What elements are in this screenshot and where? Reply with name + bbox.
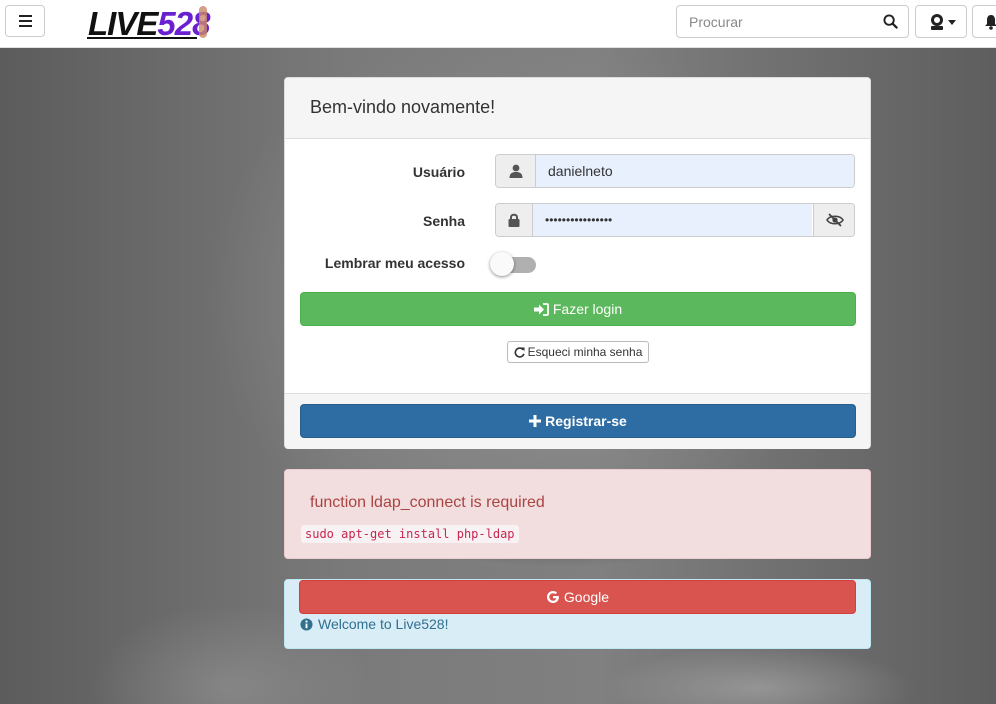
password-group: •••••••••••••••• <box>495 203 855 237</box>
install-command: sudo apt-get install php-ldap <box>301 525 519 543</box>
password-addon <box>496 204 533 236</box>
sign-in-icon <box>533 302 549 316</box>
user-menu-button[interactable] <box>915 5 967 38</box>
forgot-password-label: Esqueci minha senha <box>527 345 643 359</box>
hamburger-icon <box>19 15 32 17</box>
login-title: Bem-vindo novamente! <box>310 97 496 117</box>
plus-icon <box>529 415 542 427</box>
eye-slash-icon <box>825 213 844 227</box>
notifications-button[interactable] <box>972 5 996 38</box>
login-panel-footer: Registrar-se <box>285 393 870 449</box>
user-icon <box>509 164 522 178</box>
hamburger-icon-line <box>19 20 32 22</box>
google-button-label: Google <box>563 589 610 605</box>
bell-icon <box>985 15 996 30</box>
username-group: danielneto <box>495 154 855 188</box>
username-label: Usuário <box>412 164 465 180</box>
search-icon[interactable] <box>883 14 898 34</box>
search-box <box>676 5 909 38</box>
password-input[interactable]: •••••••••••••••• <box>533 204 812 236</box>
error-message: function ldap_connect is required <box>310 494 545 511</box>
login-button-label: Fazer login <box>552 301 623 317</box>
refresh-icon <box>514 346 525 358</box>
welcome-message: Welcome to Live528! <box>300 616 448 632</box>
info-circle-icon <box>300 617 313 631</box>
username-addon <box>496 155 536 187</box>
login-panel-header: Bem-vindo novamente! <box>285 78 870 139</box>
google-icon <box>546 591 559 603</box>
caret-down-icon <box>948 20 956 25</box>
login-panel: Bem-vindo novamente! Usuário danielneto … <box>284 77 871 449</box>
hamburger-icon-line <box>19 25 32 27</box>
live528-logo[interactable]: LIVE528 <box>87 4 211 40</box>
remember-label: Lembrar meu acesso <box>324 255 465 271</box>
register-button[interactable]: Registrar-se <box>300 404 856 438</box>
top-navbar: LIVE528 <box>0 0 996 48</box>
lock-icon <box>508 213 520 227</box>
show-password-button[interactable] <box>813 204 854 236</box>
toggle-knob <box>490 252 514 276</box>
welcome-text: Welcome to Live528! <box>318 616 449 632</box>
username-input[interactable]: danielneto <box>536 155 854 187</box>
google-login-button[interactable]: Google <box>299 580 856 614</box>
register-button-label: Registrar-se <box>545 413 627 429</box>
password-label: Senha <box>422 213 465 229</box>
forgot-password-button[interactable]: Esqueci minha senha <box>507 341 649 363</box>
social-login-alert: Google Welcome to Live528! <box>284 579 871 649</box>
remember-toggle[interactable] <box>490 252 536 276</box>
logo-text-live: LIVE528 <box>88 5 211 40</box>
search-input[interactable] <box>677 6 872 37</box>
user-secret-icon <box>931 14 943 30</box>
menu-toggle-button[interactable] <box>5 5 45 37</box>
ldap-error-alert: function ldap_connect is required sudo a… <box>284 469 871 559</box>
login-button[interactable]: Fazer login <box>300 292 856 326</box>
